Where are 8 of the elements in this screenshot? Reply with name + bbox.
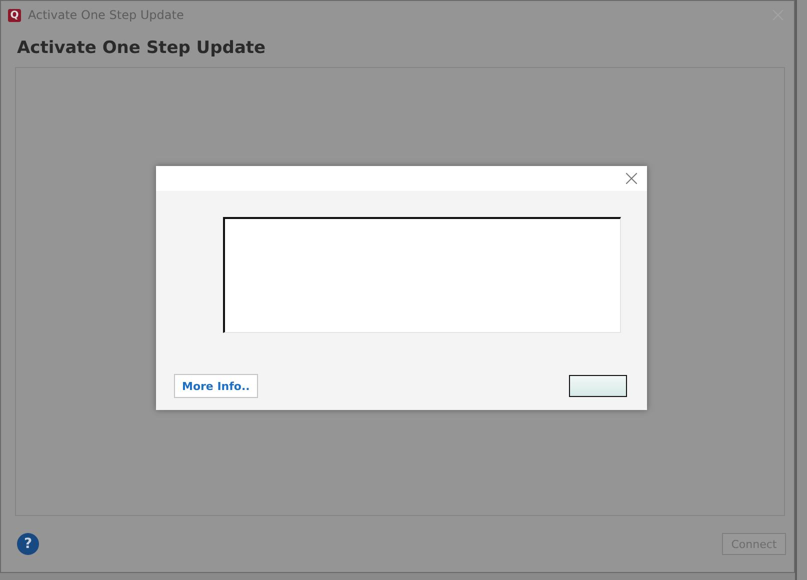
- help-button[interactable]: ?: [17, 533, 39, 555]
- dialog-button[interactable]: [569, 375, 627, 397]
- close-icon[interactable]: [626, 173, 637, 184]
- app-logo: Q: [8, 8, 21, 22]
- text-area[interactable]: [223, 217, 621, 333]
- page-heading: Activate One Step Update: [16, 37, 267, 59]
- more-info-button[interactable]: More Info..: [174, 374, 258, 398]
- window-title: Activate One Step Update: [28, 8, 185, 22]
